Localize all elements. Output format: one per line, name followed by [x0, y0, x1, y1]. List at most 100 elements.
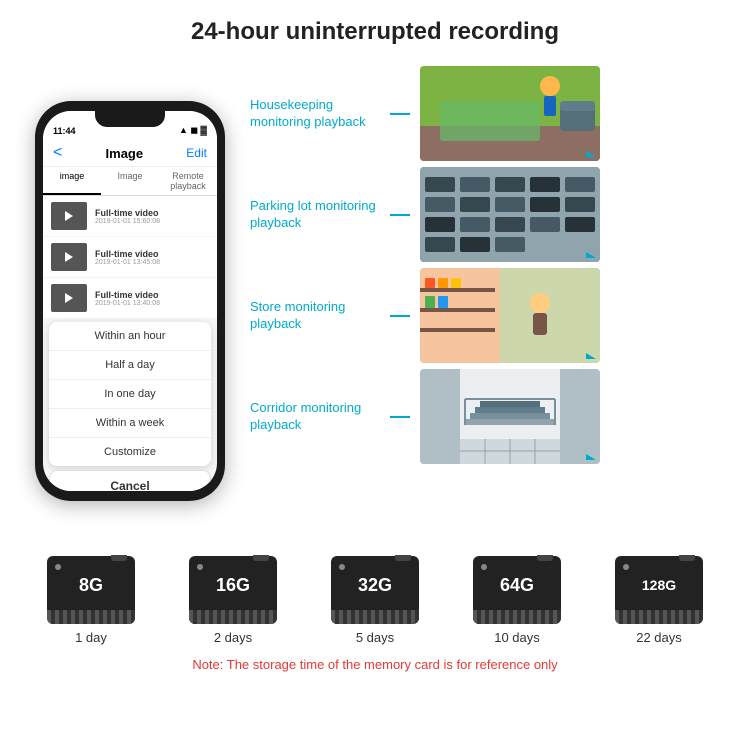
store-illustration [420, 268, 600, 363]
monitoring-item-corridor: Corridor monitoring playback [250, 369, 730, 464]
monitoring-item-parking: Parking lot monitoring playback [250, 167, 730, 262]
monitoring-text-housekeeping: Housekeeping monitoring playback [250, 97, 380, 131]
connector-line [390, 416, 410, 418]
monitoring-text-corridor: Corridor monitoring playback [250, 400, 380, 434]
main-content: 11:44 ▲ ◼ ▓ < Image Edit image Image Rem… [0, 56, 750, 546]
video-date: 2019-01-01 13:40:08 [95, 300, 209, 307]
monitoring-label-parking: Parking lot monitoring playback [250, 198, 380, 232]
arrow-icon [586, 252, 596, 258]
sd-card-item-64g: 64G 10 days [473, 556, 561, 645]
sd-days-10: 10 days [494, 630, 540, 645]
monitoring-section: Housekeeping monitoring playback [250, 56, 730, 546]
monitoring-image-corridor [420, 369, 600, 464]
phone-dropdown[interactable]: Within an hour Half a day In one day Wit… [49, 322, 211, 466]
sd-dot [197, 564, 203, 570]
sd-size-128g: 128G [642, 577, 676, 593]
phone-screen: 11:44 ▲ ◼ ▓ < Image Edit image Image Rem… [43, 111, 217, 491]
video-title: Full-time video [95, 208, 209, 218]
sd-days-5: 5 days [356, 630, 394, 645]
monitoring-image-housekeeping [420, 66, 600, 161]
phone-nav-title: Image [106, 146, 144, 161]
sd-size-32g: 32G [358, 575, 392, 596]
corridor-illustration [420, 369, 600, 464]
video-thumb [51, 243, 87, 271]
monitoring-image-parking [420, 167, 600, 262]
video-date: 2019-01-01 15:60:08 [95, 218, 209, 225]
connector-line [390, 113, 410, 115]
monitoring-item-store: Store monitoring playback [250, 268, 730, 363]
monitoring-image-store [420, 268, 600, 363]
sd-dot [481, 564, 487, 570]
connector-line [390, 214, 410, 216]
video-info: Full-time video 2019-01-01 15:60:08 [95, 208, 209, 225]
sd-days-1: 1 day [75, 630, 107, 645]
video-title: Full-time video [95, 290, 209, 300]
sd-card-item-128g: 128G 22 days [615, 556, 703, 645]
phone-mockup: 11:44 ▲ ◼ ▓ < Image Edit image Image Rem… [35, 101, 225, 501]
sd-card-item-32g: 32G 5 days [331, 556, 419, 645]
play-icon [65, 293, 73, 303]
sd-days-22: 22 days [636, 630, 682, 645]
phone-nav: < Image Edit [43, 140, 217, 167]
sd-dot [55, 564, 61, 570]
sd-size-64g: 64G [500, 575, 534, 596]
phone-notch [95, 111, 165, 127]
video-date: 2019-01-01 13:45:08 [95, 259, 209, 266]
video-info: Full-time video 2019-01-01 13:40:08 [95, 290, 209, 307]
phone-tab-remote[interactable]: Remote playback [159, 167, 217, 195]
monitoring-label-housekeeping: Housekeeping monitoring playback [250, 97, 380, 131]
page-title: 24-hour uninterrupted recording [20, 18, 730, 46]
arrow-icon [586, 454, 596, 460]
sd-card-16g: 16G [189, 556, 277, 624]
phone-back-button[interactable]: < [53, 144, 62, 162]
phone-list: Full-time video 2019-01-01 15:60:08 Full… [43, 196, 217, 318]
monitoring-text-parking: Parking lot monitoring playback [250, 198, 380, 232]
header-section: 24-hour uninterrupted recording [0, 0, 750, 56]
phone-edit-button[interactable]: Edit [186, 146, 207, 160]
sd-dot [623, 564, 629, 570]
sd-card-64g: 64G [473, 556, 561, 624]
dropdown-item-customize[interactable]: Customize [49, 438, 211, 466]
sd-card-128g: 128G [615, 556, 703, 624]
dropdown-item-half-day[interactable]: Half a day [49, 351, 211, 380]
dropdown-item-within-hour[interactable]: Within an hour [49, 322, 211, 351]
sd-days-2: 2 days [214, 630, 252, 645]
sd-size-8g: 8G [79, 575, 103, 596]
phone-time: 11:44 [53, 126, 76, 136]
sd-card-8g: 8G [47, 556, 135, 624]
monitoring-label-corridor: Corridor monitoring playback [250, 400, 380, 434]
monitoring-item-housekeeping: Housekeeping monitoring playback [250, 66, 730, 161]
video-thumb [51, 284, 87, 312]
connector-line [390, 315, 410, 317]
sd-cards-container: 8G 1 day 16G 2 days 32G 5 days 64G 10 da… [20, 556, 730, 645]
monitoring-label-store: Store monitoring playback [250, 299, 380, 333]
video-thumb [51, 202, 87, 230]
list-item: Full-time video 2019-01-01 15:60:08 [43, 196, 217, 236]
monitoring-text-store: Store monitoring playback [250, 299, 380, 333]
list-item: Full-time video 2019-01-01 13:40:08 [43, 278, 217, 318]
arrow-icon [586, 353, 596, 359]
video-info: Full-time video 2019-01-01 13:45:08 [95, 249, 209, 266]
phone-tab-image2[interactable]: Image [101, 167, 159, 195]
phone-icons: ▲ ◼ ▓ [179, 125, 207, 136]
video-title: Full-time video [95, 249, 209, 259]
parking-illustration [420, 167, 600, 262]
play-icon [65, 211, 73, 221]
arrow-icon [586, 151, 596, 157]
phone-tab-image1[interactable]: image [43, 167, 101, 195]
play-icon [65, 252, 73, 262]
bottom-section: 8G 1 day 16G 2 days 32G 5 days 64G 10 da… [0, 546, 750, 672]
sd-card-item-8g: 8G 1 day [47, 556, 135, 645]
sd-card-item-16g: 16G 2 days [189, 556, 277, 645]
list-item: Full-time video 2019-01-01 13:45:08 [43, 237, 217, 277]
phone-tabs: image Image Remote playback [43, 167, 217, 196]
sd-dot [339, 564, 345, 570]
phone-section: 11:44 ▲ ◼ ▓ < Image Edit image Image Rem… [20, 56, 240, 546]
storage-note: Note: The storage time of the memory car… [20, 653, 730, 672]
dropdown-item-within-week[interactable]: Within a week [49, 409, 211, 438]
sd-size-16g: 16G [216, 575, 250, 596]
housekeeping-illustration [420, 66, 600, 161]
cancel-button[interactable]: Cancel [49, 470, 211, 491]
sd-card-32g: 32G [331, 556, 419, 624]
dropdown-item-in-one-day[interactable]: In one day [49, 380, 211, 409]
